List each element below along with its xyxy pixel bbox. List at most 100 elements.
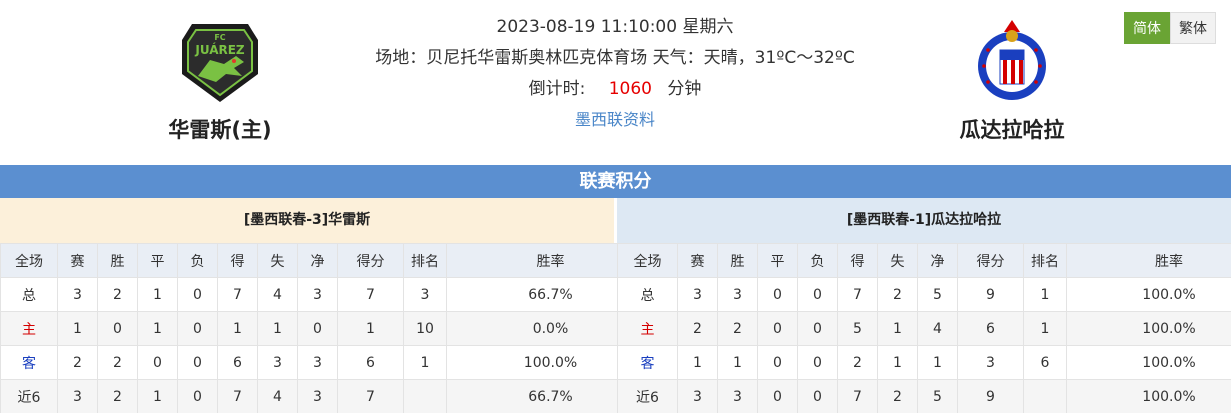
table-cell: 4 — [917, 311, 958, 346]
table-cell: 7 — [337, 277, 404, 312]
table-cell: 3 — [297, 345, 338, 380]
table-cell: 2 — [877, 277, 918, 312]
table-cell: 6 — [957, 311, 1024, 346]
column-header: 得 — [837, 243, 878, 278]
table-cell: 7 — [837, 277, 878, 312]
venue-weather: 场地：贝尼托华雷斯奥林匹克体育场 天气：天晴，31ºC～32ºC — [375, 48, 855, 68]
column-header: 失 — [257, 243, 298, 278]
table-row: 近6 3 3 0 0 7 2 5 9 100.0% — [617, 379, 1231, 413]
table-cell: 7 — [217, 379, 258, 413]
table-cell: 3 — [57, 379, 98, 413]
column-header: 胜 — [717, 243, 758, 278]
table-cell: 1 — [877, 345, 918, 380]
home-standings-table: 全场赛胜平负得失净得分 排名 胜率 总 3 2 1 0 7 4 3 7 3 66.7% 主 1 0 1 0 1 1 0 1… — [0, 243, 655, 413]
column-header: 净 — [917, 243, 958, 278]
column-header: 平 — [137, 243, 178, 278]
column-header: 净 — [297, 243, 338, 278]
table-row: 主 1 0 1 0 1 1 0 1 10 0.0% — [0, 311, 655, 346]
table-cell: 6 — [217, 345, 258, 380]
table-cell: 0 — [757, 379, 798, 413]
table-cell: 2 — [97, 379, 138, 413]
table-cell: 1 — [1023, 311, 1067, 346]
column-header: 赛 — [677, 243, 718, 278]
traditional-chinese-button[interactable]: 繁体 — [1170, 12, 1216, 44]
svg-text:FC: FC — [214, 33, 225, 42]
row-label: 主 — [617, 311, 678, 346]
table-cell: 0 — [757, 345, 798, 380]
column-header: 排名 — [1023, 243, 1067, 278]
simplified-chinese-button[interactable]: 简体 — [1124, 12, 1170, 44]
table-cell: 2 — [877, 379, 918, 413]
column-header: 负 — [177, 243, 218, 278]
table-cell: 5 — [837, 311, 878, 346]
home-team-name: 华雷斯(主) — [168, 118, 272, 142]
league-info-link[interactable]: 墨西联资料 — [575, 110, 655, 129]
table-cell: 3 — [257, 345, 298, 380]
table-cell: 4 — [257, 277, 298, 312]
home-header-row: 全场赛胜平负得失净得分 排名 胜率 — [0, 243, 655, 278]
table-cell: 0 — [297, 311, 338, 346]
table-cell: 1 — [677, 345, 718, 380]
table-cell: 100.0% — [1066, 277, 1231, 312]
countdown-value: 1060 — [608, 79, 652, 99]
table-cell: 2 — [97, 345, 138, 380]
column-header: 赛 — [57, 243, 98, 278]
table-cell: 2 — [57, 345, 98, 380]
table-cell: 10 — [403, 311, 447, 346]
column-header: 全场 — [0, 243, 58, 278]
table-cell: 2 — [97, 277, 138, 312]
table-cell: 0 — [797, 345, 838, 380]
table-cell: 3 — [297, 379, 338, 413]
language-switch: 简体 繁体 — [1124, 12, 1216, 44]
home-standings-caption: [墨西联春-3]华雷斯 — [0, 198, 614, 243]
table-cell: 1 — [257, 311, 298, 346]
table-row: 总 3 2 1 0 7 4 3 7 3 66.7% — [0, 277, 655, 312]
column-header: 排名 — [403, 243, 447, 278]
table-cell: 7 — [217, 277, 258, 312]
row-label: 近6 — [617, 379, 678, 413]
table-cell: 4 — [257, 379, 298, 413]
chivas-guadalajara-logo-icon — [978, 20, 1046, 100]
table-cell: 100.0% — [1066, 345, 1231, 380]
row-label: 近6 — [0, 379, 58, 413]
countdown-label: 倒计时: — [528, 79, 586, 99]
away-standings-table: 全场赛胜平负得失净得分 排名 胜率 总 3 3 0 0 7 2 5 9 1 100.0% 主 2 2 0 0 5 1 4… — [617, 243, 1231, 413]
table-cell: 0 — [797, 277, 838, 312]
table-cell: 3 — [297, 277, 338, 312]
table-cell: 0 — [137, 345, 178, 380]
table-cell: 9 — [957, 379, 1024, 413]
table-cell: 0 — [757, 311, 798, 346]
table-cell: 3 — [677, 379, 718, 413]
countdown: 倒计时: 1060 分钟 — [365, 76, 865, 102]
table-cell: 6 — [337, 345, 404, 380]
table-cell: 6 — [1023, 345, 1067, 380]
fc-juarez-logo-icon: FC JUÁREZ — [182, 24, 258, 102]
table-cell: 3 — [677, 277, 718, 312]
table-cell: 1 — [137, 277, 178, 312]
table-cell: 2 — [717, 311, 758, 346]
table-cell: 3 — [57, 277, 98, 312]
row-label: 客 — [617, 345, 678, 380]
match-datetime: 2023-08-19 11:10:00 星期六 — [496, 17, 734, 37]
table-cell: 0 — [97, 311, 138, 346]
table-cell: 1 — [337, 311, 404, 346]
table-cell: 1 — [717, 345, 758, 380]
table-cell: 1 — [217, 311, 258, 346]
table-cell: 2 — [677, 311, 718, 346]
row-label: 总 — [0, 277, 58, 312]
table-cell — [403, 379, 447, 413]
table-cell: 0 — [177, 345, 218, 380]
table-cell: 0 — [797, 311, 838, 346]
match-header: FC JUÁREZ 华雷斯(主) 2023-08-19 11:10:00 星期六… — [0, 0, 1231, 165]
row-label: 客 — [0, 345, 58, 380]
table-cell: 100.0% — [1066, 379, 1231, 413]
table-cell: 0 — [177, 311, 218, 346]
away-standings: [墨西联春-1]瓜达拉哈拉 全场赛胜平负得失净得分 排名 胜率 总330072591… — [617, 198, 1231, 413]
table-row: 总 3 3 0 0 7 2 5 9 1 100.0% — [617, 277, 1231, 312]
column-header: 胜率 — [1066, 243, 1231, 278]
table-cell: 3 — [717, 379, 758, 413]
home-team: FC JUÁREZ 华雷斯(主) — [120, 10, 320, 144]
table-cell — [1023, 379, 1067, 413]
table-cell: 1 — [403, 345, 447, 380]
away-standings-caption: [墨西联春-1]瓜达拉哈拉 — [617, 198, 1231, 243]
